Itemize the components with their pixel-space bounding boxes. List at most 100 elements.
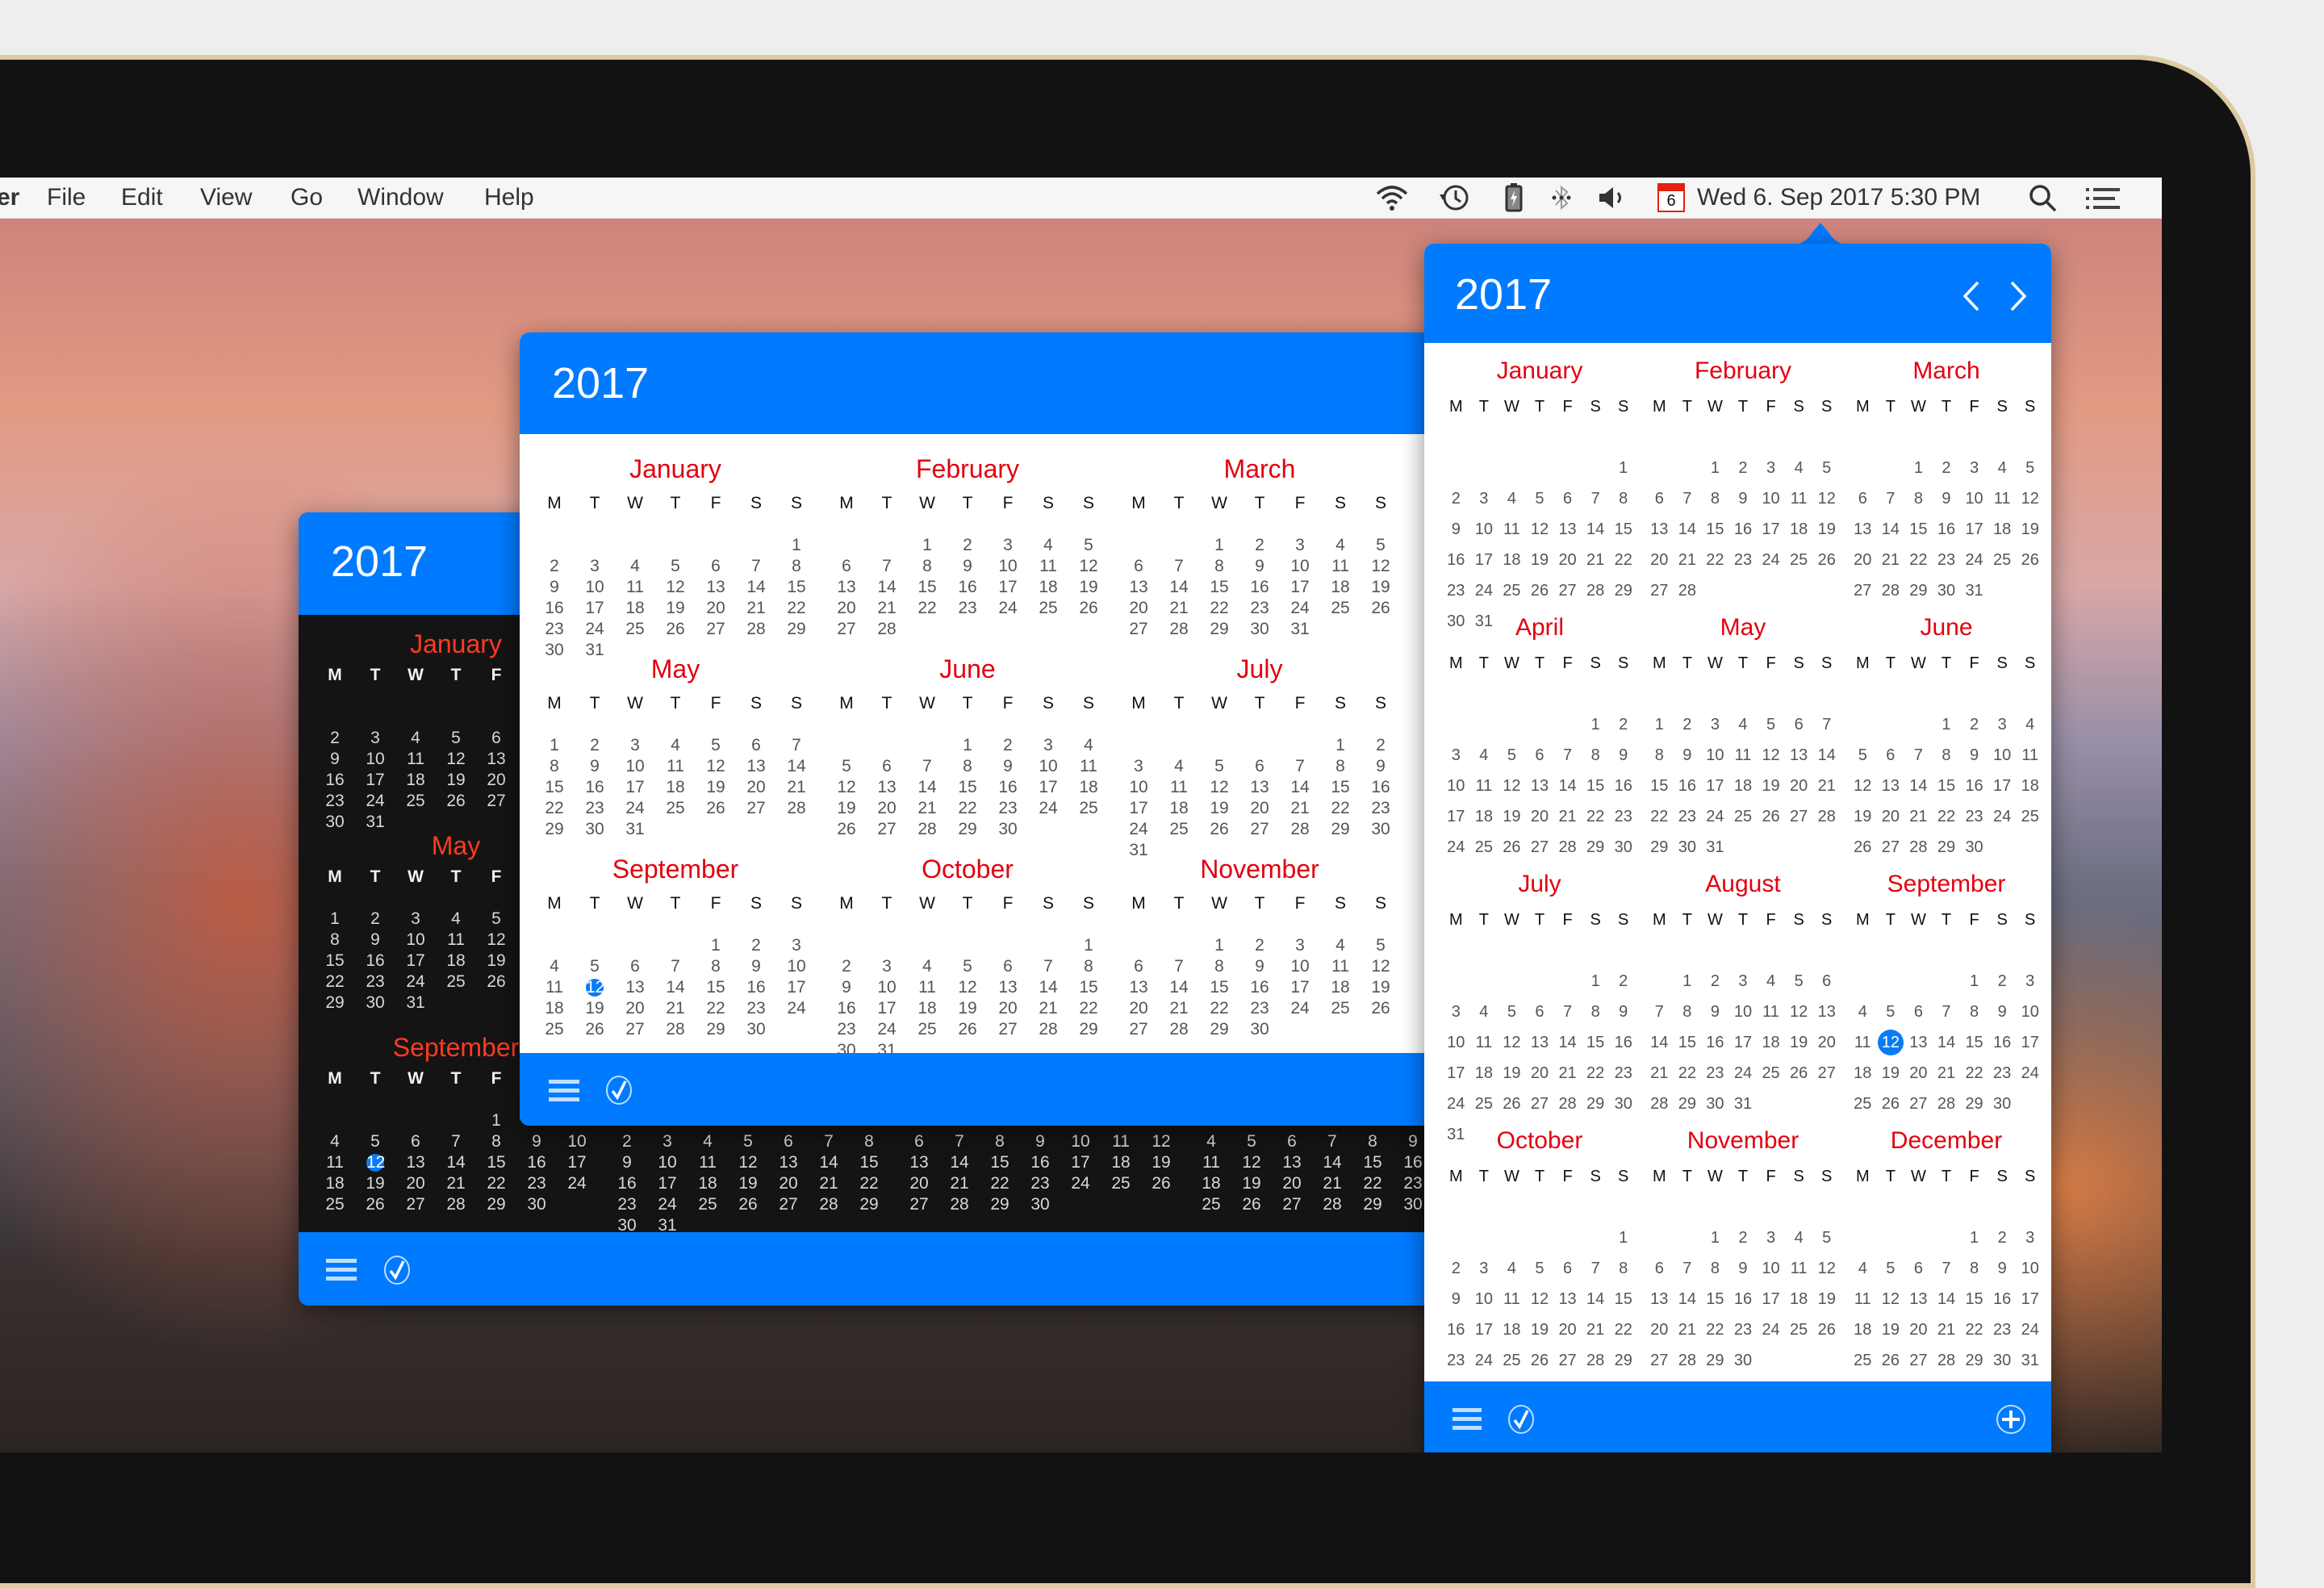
day-cell[interactable]: 12 <box>1199 777 1239 798</box>
day-cell[interactable]: 28 <box>1553 832 1582 863</box>
day-cell[interactable]: 9 <box>534 577 575 598</box>
day-cell[interactable]: 21 <box>776 777 817 798</box>
day-cell[interactable]: 23 <box>1442 1345 1470 1376</box>
day-cell[interactable]: 25 <box>1320 598 1361 619</box>
day-cell[interactable]: 17 <box>647 1173 688 1194</box>
day-cell[interactable]: 18 <box>1785 1284 1813 1314</box>
day-cell[interactable]: 23 <box>1020 1173 1060 1194</box>
day-cell[interactable]: 17 <box>575 598 615 619</box>
day-cell[interactable]: 10 <box>615 756 655 777</box>
day-cell[interactable]: 2 <box>736 935 776 956</box>
day-cell[interactable]: 15 <box>907 577 947 598</box>
day-cell[interactable]: 23 <box>1988 1314 2017 1345</box>
day-cell[interactable]: 1 <box>1904 453 1933 483</box>
day-cell[interactable]: 22 <box>476 1173 516 1194</box>
day-cell[interactable]: 20 <box>1904 1314 1933 1345</box>
day-cell[interactable]: 21 <box>736 598 776 619</box>
day-cell[interactable]: 8 <box>1199 556 1239 577</box>
day-cell[interactable]: 3 <box>1701 709 1729 740</box>
day-cell[interactable]: 3 <box>1988 709 2017 740</box>
day-cell[interactable]: 30 <box>1988 1089 2017 1119</box>
day-cell[interactable]: 27 <box>867 819 907 840</box>
day-cell[interactable]: 12 <box>1877 1027 1905 1058</box>
day-cell[interactable]: 8 <box>1582 740 1610 771</box>
day-cell[interactable]: 26 <box>728 1194 768 1215</box>
day-cell[interactable]: 16 <box>826 998 867 1019</box>
day-cell[interactable]: 15 <box>1960 1027 1988 1058</box>
day-cell[interactable]: 7 <box>907 756 947 777</box>
app-menu[interactable]: er <box>0 184 19 211</box>
day-cell[interactable]: 28 <box>1645 1089 1674 1119</box>
day-cell[interactable]: 19 <box>1812 514 1841 545</box>
day-cell[interactable]: 1 <box>947 735 988 756</box>
day-cell[interactable]: 10 <box>1060 1131 1101 1152</box>
day-cell[interactable]: 1 <box>1199 935 1239 956</box>
day-cell[interactable]: 20 <box>1904 1058 1933 1089</box>
day-cell[interactable]: 26 <box>1199 819 1239 840</box>
day-cell[interactable]: 18 <box>1849 1058 1877 1089</box>
day-cell[interactable]: 13 <box>395 1152 436 1173</box>
day-cell[interactable]: 4 <box>1498 483 1526 514</box>
day-cell[interactable]: 25 <box>1028 598 1068 619</box>
day-cell[interactable]: 26 <box>1877 1089 1905 1119</box>
month-name[interactable]: June <box>1849 614 2044 641</box>
day-cell[interactable]: 10 <box>1757 1253 1785 1284</box>
day-cell[interactable]: 26 <box>696 798 736 819</box>
day-cell[interactable]: 1 <box>476 1110 516 1131</box>
day-cell[interactable]: 25 <box>1849 1345 1877 1376</box>
day-cell[interactable]: 25 <box>315 1194 355 1215</box>
day-cell[interactable]: 6 <box>1526 997 1554 1027</box>
day-cell[interactable]: 4 <box>615 556 655 577</box>
day-cell[interactable]: 6 <box>736 735 776 756</box>
day-cell[interactable]: 4 <box>655 735 696 756</box>
day-cell[interactable]: 11 <box>1785 483 1813 514</box>
day-cell[interactable]: 3 <box>1757 453 1785 483</box>
day-cell[interactable]: 26 <box>1498 832 1526 863</box>
day-cell[interactable]: 11 <box>395 749 436 770</box>
day-cell[interactable]: 27 <box>1812 1058 1841 1089</box>
day-cell[interactable]: 24 <box>776 998 817 1019</box>
day-cell[interactable]: 12 <box>947 977 988 998</box>
day-cell[interactable]: 5 <box>1199 756 1239 777</box>
wifi-icon[interactable] <box>1374 184 1410 211</box>
day-cell[interactable]: 20 <box>1526 801 1554 832</box>
day-cell[interactable]: 6 <box>1812 966 1841 997</box>
day-cell[interactable]: 18 <box>1320 977 1361 998</box>
day-cell[interactable]: 30 <box>1988 1345 2017 1376</box>
day-cell[interactable]: 22 <box>534 798 575 819</box>
day-cell[interactable]: 16 <box>1020 1152 1060 1173</box>
day-cell[interactable]: 13 <box>768 1152 809 1173</box>
day-cell[interactable]: 8 <box>776 556 817 577</box>
day-cell[interactable]: 4 <box>1849 1253 1877 1284</box>
day-cell[interactable]: 9 <box>355 930 395 951</box>
day-cell[interactable]: 9 <box>1988 1253 2017 1284</box>
day-cell[interactable]: 3 <box>1470 483 1498 514</box>
day-cell[interactable]: 31 <box>355 812 395 833</box>
day-cell[interactable]: 9 <box>1609 740 1637 771</box>
day-cell[interactable]: 4 <box>1159 756 1199 777</box>
day-cell[interactable]: 4 <box>315 1131 355 1152</box>
day-cell[interactable]: 25 <box>1159 819 1199 840</box>
day-cell[interactable]: 26 <box>826 819 867 840</box>
day-cell[interactable]: 20 <box>1118 598 1159 619</box>
day-cell[interactable]: 12 <box>1231 1152 1272 1173</box>
day-cell[interactable]: 26 <box>1812 545 1841 575</box>
day-cell[interactable]: 18 <box>688 1173 728 1194</box>
day-cell[interactable]: 24 <box>355 791 395 812</box>
day-cell[interactable]: 18 <box>1470 1058 1498 1089</box>
day-cell[interactable]: 11 <box>615 577 655 598</box>
day-cell[interactable]: 9 <box>1933 483 1961 514</box>
day-cell[interactable]: 17 <box>1470 545 1498 575</box>
month-name[interactable]: November <box>1645 1127 1841 1155</box>
month-name[interactable]: June <box>826 654 1109 684</box>
day-cell[interactable]: 8 <box>476 1131 516 1152</box>
day-cell[interactable]: 25 <box>534 1019 575 1040</box>
day-cell[interactable]: 20 <box>736 777 776 798</box>
day-cell[interactable]: 16 <box>736 977 776 998</box>
day-cell[interactable]: 27 <box>615 1019 655 1040</box>
day-cell[interactable]: 3 <box>1757 1222 1785 1253</box>
day-cell[interactable]: 27 <box>826 619 867 640</box>
day-cell[interactable]: 28 <box>1877 575 1905 606</box>
day-cell[interactable]: 15 <box>1068 977 1109 998</box>
day-cell[interactable]: 23 <box>355 972 395 992</box>
